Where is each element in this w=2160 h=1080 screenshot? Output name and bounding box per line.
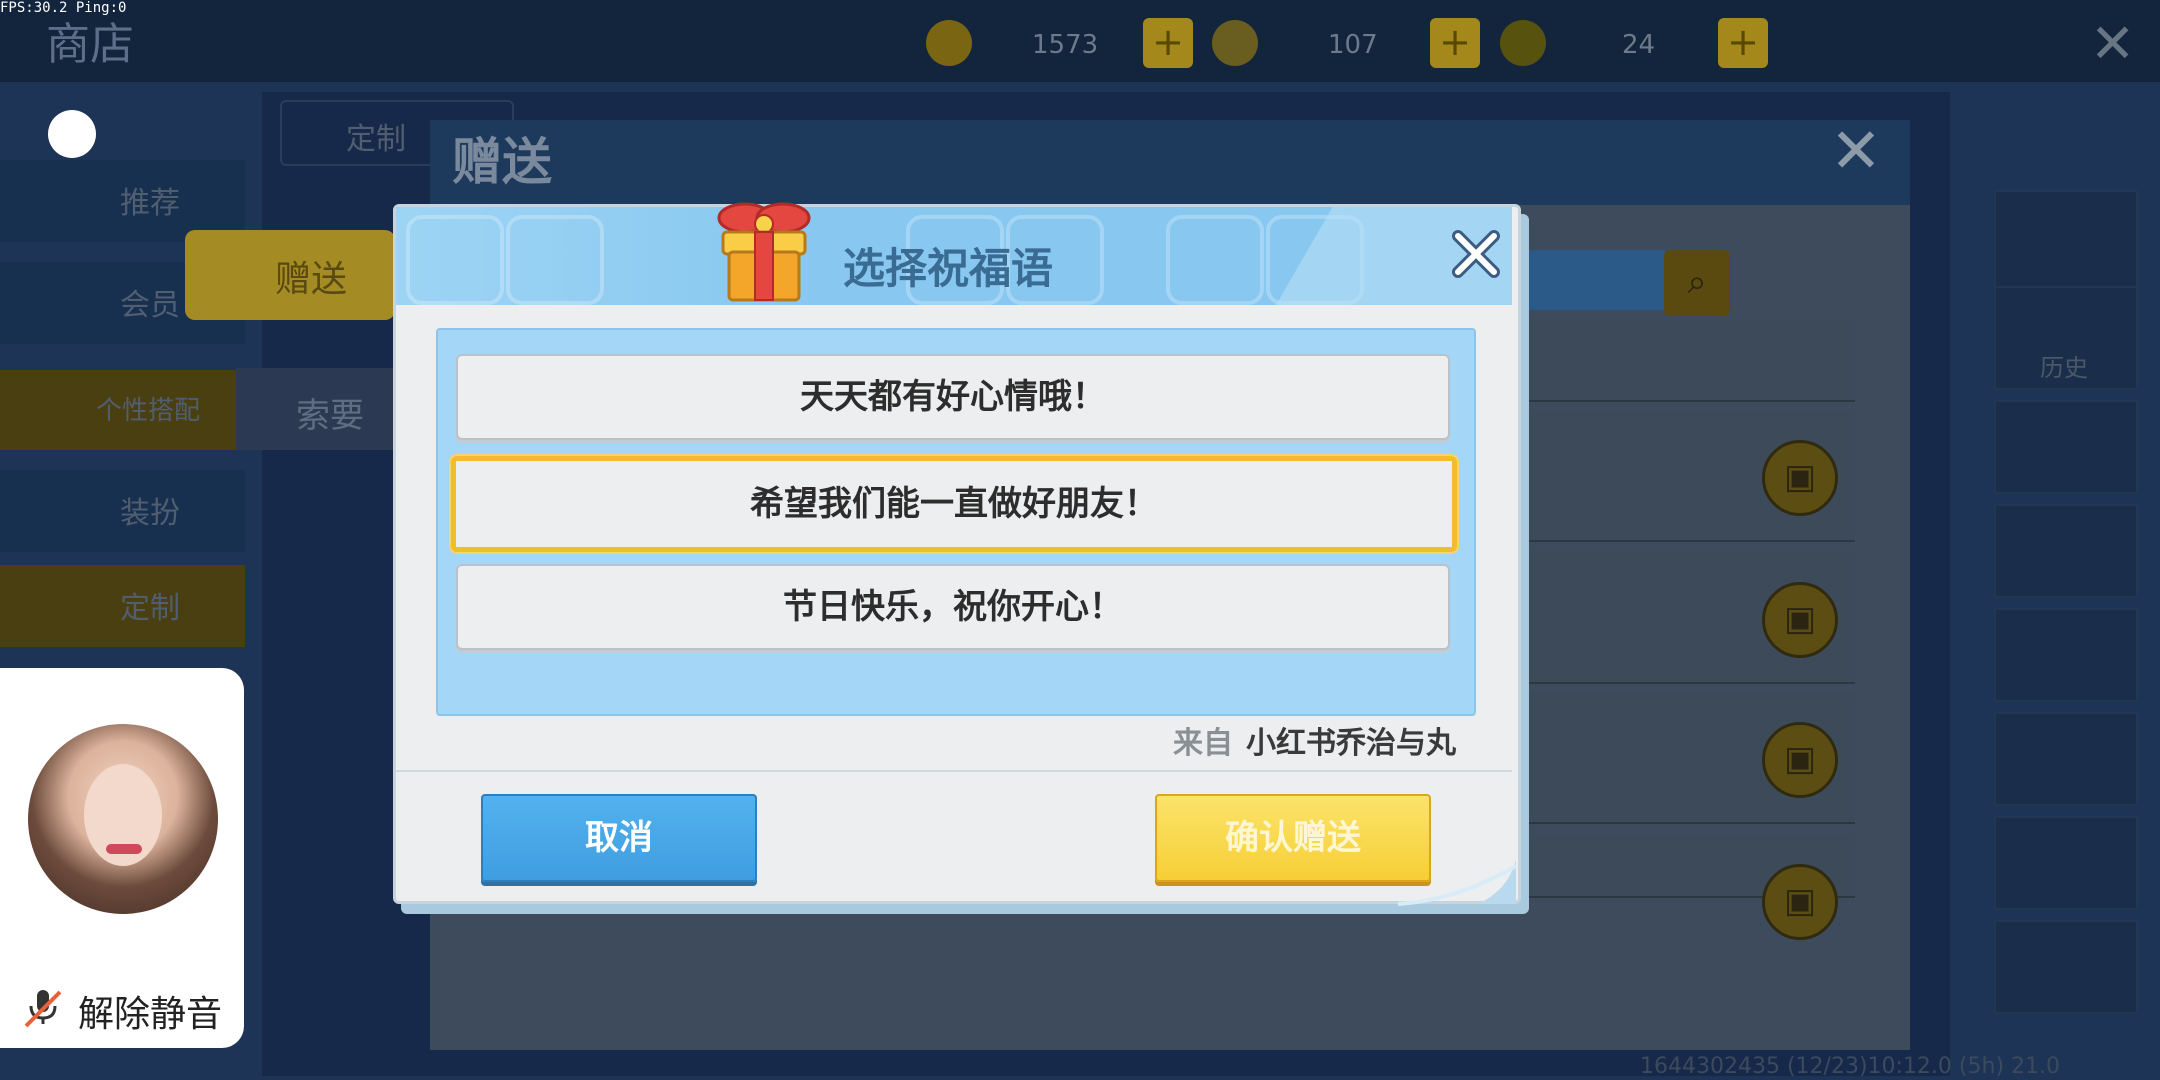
blessing-option-selected[interactable]: 希望我们能一直做好朋友！: [451, 456, 1457, 552]
add-currency-button[interactable]: +: [1430, 18, 1480, 68]
uid-info: 1644302435 (12/23)10:12.0 (5h) 21.0: [1640, 1054, 2060, 1079]
gift-dialog-close-icon[interactable]: ✕: [1830, 114, 1882, 187]
send-gift-icon[interactable]: ▣: [1762, 722, 1838, 798]
nav-item-style[interactable]: 个性搭配: [0, 370, 245, 450]
category-clothes-icon[interactable]: [1994, 400, 2138, 494]
shop-title: 商店: [46, 19, 134, 70]
category-shirt-icon[interactable]: [1994, 816, 2138, 910]
avatar-lips: [106, 844, 142, 854]
close-icon[interactable]: [1448, 226, 1504, 282]
friend-row[interactable]: ▣: [1500, 692, 1855, 824]
currency-amount: 1573: [1032, 30, 1099, 60]
add-currency-button[interactable]: +: [1143, 18, 1193, 68]
blessing-option[interactable]: 天天都有好心情哦！: [456, 354, 1450, 440]
friend-row[interactable]: ▣: [1500, 834, 1855, 940]
send-gift-icon[interactable]: ▣: [1762, 582, 1838, 658]
gift-dialog-header: [430, 120, 1910, 205]
side-tab-gift[interactable]: 赠送: [185, 230, 395, 320]
category-mask-icon[interactable]: [1994, 712, 2138, 806]
header-decor-icon: [506, 215, 604, 305]
category-bag-icon[interactable]: [1994, 504, 2138, 598]
header-decor-icon: [1166, 215, 1264, 305]
lightning-icon: [1500, 20, 1546, 66]
friend-row[interactable]: ▣: [1500, 410, 1855, 542]
nav-item-custom[interactable]: 定制: [0, 565, 245, 647]
header-decor-icon: [406, 215, 504, 305]
nav-item-outfit[interactable]: 装扮: [0, 470, 245, 552]
currency-amount: 24: [1622, 30, 1656, 60]
coin-icon: [926, 20, 972, 66]
history-button[interactable]: 历史: [1994, 286, 2138, 390]
category-hat-icon[interactable]: [1994, 920, 2138, 1014]
avatar: [28, 724, 218, 914]
gift-box-icon: [717, 202, 811, 302]
divider: [396, 770, 1512, 772]
currency-amount: 107: [1328, 30, 1378, 60]
unmute-button[interactable]: 解除静音: [78, 985, 222, 1037]
star-coin-icon: [1212, 20, 1258, 66]
page-curl-decor: [1378, 860, 1518, 906]
fps-counter: FPS:30.2 Ping:0: [0, 0, 127, 16]
muted-mic-icon[interactable]: [22, 986, 64, 1028]
sender-name: 小红书乔治与丸: [1246, 726, 1456, 761]
cancel-button[interactable]: 取消: [481, 794, 757, 882]
gift-dialog-title: 赠送: [452, 133, 552, 191]
side-tab-request[interactable]: 索要: [236, 368, 396, 450]
shop-close-icon[interactable]: ✕: [2090, 12, 2135, 75]
from-label: 来自: [1173, 726, 1233, 761]
blessing-option[interactable]: 节日快乐，祝你开心！: [456, 564, 1450, 650]
category-box-icon[interactable]: [1994, 608, 2138, 702]
friend-row[interactable]: ▣: [1500, 552, 1855, 684]
send-gift-icon[interactable]: ▣: [1762, 440, 1838, 516]
floating-assist-dot[interactable]: [48, 110, 96, 158]
add-currency-button[interactable]: +: [1718, 18, 1768, 68]
modal-title: 选择祝福语: [843, 244, 1054, 293]
search-icon[interactable]: ⌕: [1664, 250, 1730, 316]
friend-row[interactable]: [1500, 320, 1855, 402]
send-gift-icon[interactable]: ▣: [1762, 864, 1838, 940]
